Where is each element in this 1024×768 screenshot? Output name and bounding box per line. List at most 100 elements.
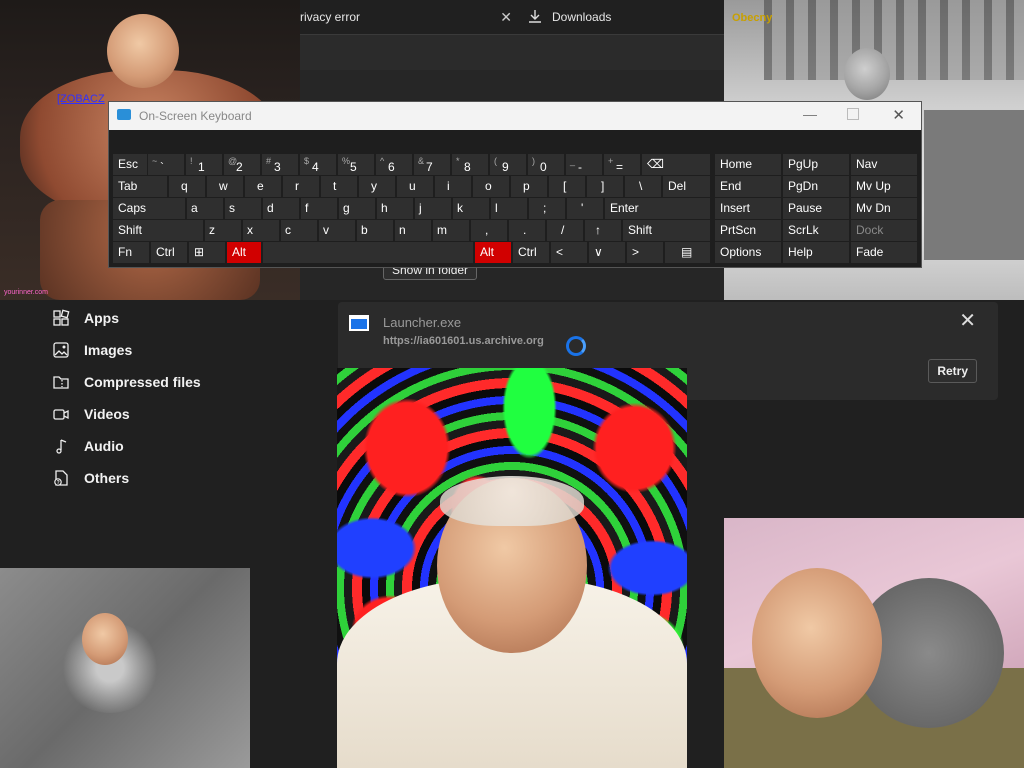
key-pause[interactable]: Pause <box>783 198 849 219</box>
key-k[interactable]: k <box>453 198 489 219</box>
key-tab[interactable]: Tab <box>113 176 167 197</box>
key-w[interactable]: w <box>207 176 243 197</box>
key-mv-dn[interactable]: Mv Dn <box>851 198 917 219</box>
key-ctrl-right[interactable]: Ctrl <box>513 242 549 263</box>
key-8[interactable]: * 8 <box>452 154 488 175</box>
sidebar-item-others[interactable]: ? Others <box>52 469 129 487</box>
sidebar-item-compressed[interactable]: Compressed files <box>52 373 201 391</box>
key-alt-right[interactable]: Alt <box>475 242 511 263</box>
key-j[interactable]: j <box>415 198 451 219</box>
key-2[interactable]: @2 <box>224 154 260 175</box>
key-e[interactable]: e <box>245 176 281 197</box>
maximize-icon[interactable] <box>847 108 859 120</box>
key-arrow-up[interactable]: ↑ <box>585 220 621 241</box>
key-space[interactable] <box>263 242 473 263</box>
key-7[interactable]: & 7 <box>414 154 450 175</box>
key-slash[interactable]: / <box>547 220 583 241</box>
key-right-bracket[interactable]: ] <box>587 176 623 197</box>
key-prtscn[interactable]: PrtScn <box>715 220 781 241</box>
key-n[interactable]: n <box>395 220 431 241</box>
close-icon[interactable]: ✕ <box>892 106 905 124</box>
download-filename[interactable]: Launcher.exe <box>383 315 461 330</box>
key-home[interactable]: Home <box>715 154 781 175</box>
close-icon[interactable]: ✕ <box>959 308 976 333</box>
key-c[interactable]: c <box>281 220 317 241</box>
key-r[interactable]: r <box>283 176 319 197</box>
sidebar-item-apps[interactable]: Apps <box>52 309 119 327</box>
sidebar-item-videos[interactable]: Videos <box>52 405 130 423</box>
key-p[interactable]: p <box>511 176 547 197</box>
key-ctrl-left[interactable]: Ctrl <box>151 242 187 263</box>
key-equals[interactable]: + = <box>604 154 640 175</box>
key-dock[interactable]: Dock <box>851 220 917 241</box>
key-end[interactable]: End <box>715 176 781 197</box>
close-tab-icon[interactable]: ✕ <box>500 9 512 26</box>
key-t[interactable]: t <box>321 176 357 197</box>
key-options[interactable]: Options <box>715 242 781 263</box>
key-h[interactable]: h <box>377 198 413 219</box>
key-3[interactable]: #3 <box>262 154 298 175</box>
key-pgdn[interactable]: PgDn <box>783 176 849 197</box>
key-shift-left[interactable]: Shift <box>113 220 203 241</box>
key-quote[interactable]: ' <box>567 198 603 219</box>
key-g[interactable]: g <box>339 198 375 219</box>
sidebar-item-images[interactable]: Images <box>52 341 132 359</box>
key-semicolon[interactable]: ; <box>529 198 565 219</box>
key-1[interactable]: ! 1 <box>186 154 222 175</box>
key-caps[interactable]: Caps <box>113 198 185 219</box>
key-nav[interactable]: Nav <box>851 154 917 175</box>
key-5[interactable]: % 5 <box>338 154 374 175</box>
key-z[interactable]: z <box>205 220 241 241</box>
key-fn[interactable]: Fn <box>113 242 149 263</box>
key-esc[interactable]: Esc <box>113 154 147 175</box>
key-y[interactable]: y <box>359 176 395 197</box>
key-arrow-right[interactable]: > <box>627 242 663 263</box>
retry-button[interactable]: Retry <box>928 359 977 383</box>
key-shift-right[interactable]: Shift <box>623 220 710 241</box>
key-v[interactable]: v <box>319 220 355 241</box>
sidebar-item-audio[interactable]: Audio <box>52 437 124 455</box>
key-9[interactable]: (9 <box>490 154 526 175</box>
key-del[interactable]: Del <box>663 176 710 197</box>
key-s[interactable]: s <box>225 198 261 219</box>
key-period[interactable]: . <box>509 220 545 241</box>
key-scrlk[interactable]: ScrLk <box>783 220 849 241</box>
key-menu[interactable]: ▤ <box>665 242 710 263</box>
key-backspace[interactable]: ⌫ <box>642 154 710 175</box>
key-alt-left[interactable]: Alt <box>227 242 261 263</box>
key-mv-up[interactable]: Mv Up <box>851 176 917 197</box>
key-pgup[interactable]: PgUp <box>783 154 849 175</box>
key-f[interactable]: f <box>301 198 337 219</box>
key-x[interactable]: x <box>243 220 279 241</box>
key-4[interactable]: $4 <box>300 154 336 175</box>
key-minus[interactable]: _ - <box>566 154 602 175</box>
key-backslash[interactable]: \ <box>625 176 661 197</box>
key-help[interactable]: Help <box>783 242 849 263</box>
key-comma[interactable]: , <box>471 220 507 241</box>
key-a[interactable]: a <box>187 198 223 219</box>
tab-downloads[interactable]: Downloads <box>528 0 718 34</box>
key-u[interactable]: u <box>397 176 433 197</box>
key-backtick[interactable]: ~ ` <box>148 154 184 175</box>
key-enter[interactable]: Enter <box>605 198 710 219</box>
key-i[interactable]: i <box>435 176 471 197</box>
tab-privacy-error[interactable]: rivacy error ✕ <box>300 0 522 34</box>
windows-key-icon[interactable]: ⊞ <box>189 242 225 263</box>
key-6[interactable]: ^ 6 <box>376 154 412 175</box>
key-left-bracket[interactable]: [ <box>549 176 585 197</box>
key-q[interactable]: q <box>169 176 205 197</box>
key-b[interactable]: b <box>357 220 393 241</box>
overlay-link[interactable]: [ZOBACZ <box>57 93 105 105</box>
key-l[interactable]: l <box>491 198 527 219</box>
address-bar[interactable] <box>300 34 724 71</box>
key-fade[interactable]: Fade <box>851 242 917 263</box>
key-arrow-down[interactable]: ∨ <box>589 242 625 263</box>
key-arrow-left[interactable]: < <box>551 242 587 263</box>
key-0[interactable]: ) 0 <box>528 154 564 175</box>
key-o[interactable]: o <box>473 176 509 197</box>
minimize-icon[interactable]: — <box>803 106 817 122</box>
key-insert[interactable]: Insert <box>715 198 781 219</box>
music-note-icon <box>56 439 67 454</box>
key-d[interactable]: d <box>263 198 299 219</box>
key-m[interactable]: m <box>433 220 469 241</box>
